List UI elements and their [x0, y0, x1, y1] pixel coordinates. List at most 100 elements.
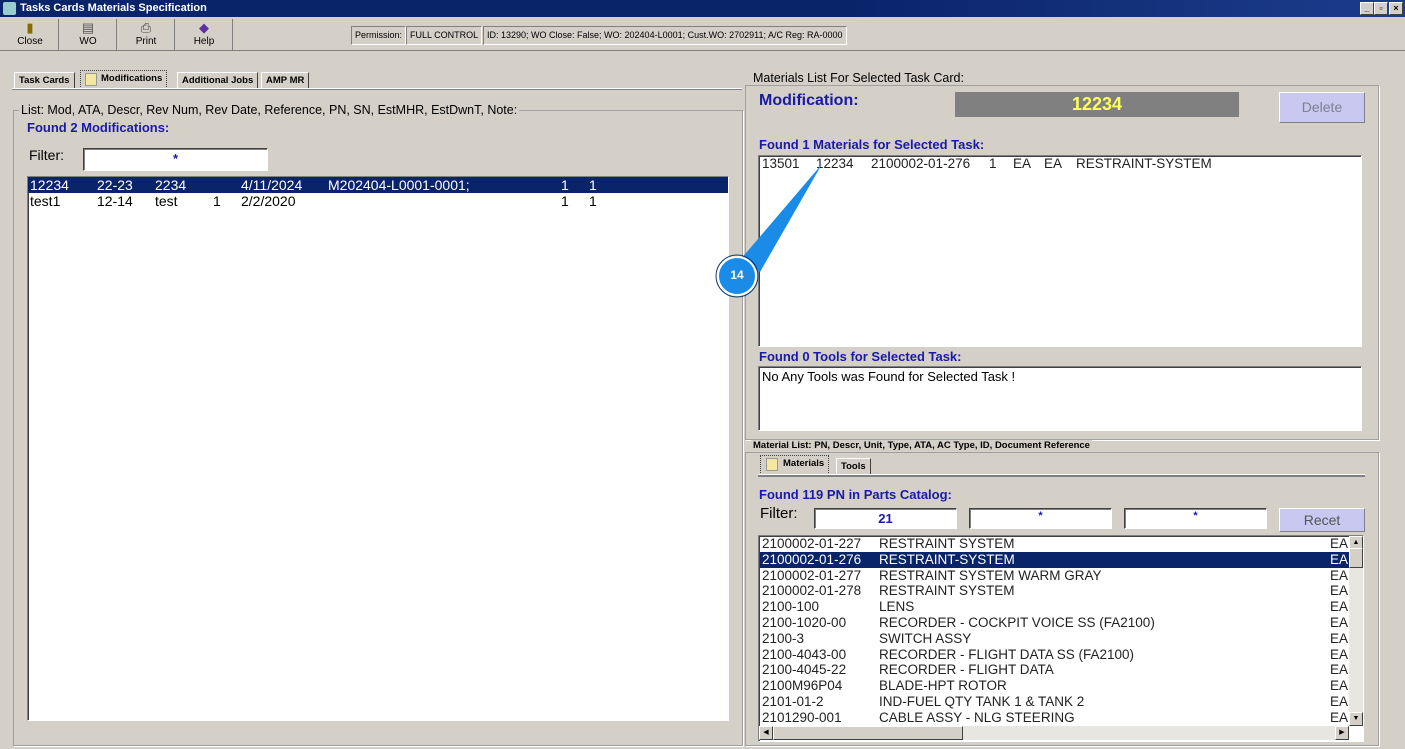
part-row[interactable]: 2101290-001 CABLE ASSY - NLG STEERING EA: [760, 710, 1350, 726]
wo-label: WO: [79, 36, 97, 47]
callout-pointer: [715, 164, 822, 298]
scroll-down-arrow[interactable]: ▼: [1349, 712, 1363, 726]
selected-materials-list[interactable]: 13501 12234 2100002-01-276 1 EA EA RESTR…: [758, 155, 1362, 347]
modification-filter-input[interactable]: *: [83, 148, 268, 171]
cell-mod: test1: [30, 192, 61, 209]
scroll-left-arrow[interactable]: ◀: [759, 726, 773, 740]
material-row[interactable]: 13501 12234 2100002-01-276 1 EA EA RESTR…: [759, 156, 1361, 172]
type-filter-input[interactable]: *: [1124, 508, 1267, 529]
notepad-icon: [766, 458, 778, 471]
part-row[interactable]: 2100002-01-276 RESTRAINT-SYSTEM EA: [760, 551, 1350, 568]
cell-pn: 2100002-01-277: [762, 567, 862, 583]
tab-materials[interactable]: Materials: [760, 455, 830, 475]
reset-button[interactable]: Recet: [1279, 508, 1365, 532]
close-window-button[interactable]: ×: [1389, 2, 1403, 15]
modification-row[interactable]: 12234 22-23 2234 4/11/2024 M202404-L0001-000…: [28, 177, 728, 193]
modifications-list[interactable]: 12234 22-23 2234 4/11/2024 M202404-L0001-000…: [27, 176, 729, 721]
tools-textbox[interactable]: No Any Tools was Found for Selected Task…: [758, 366, 1362, 431]
cell-pn: 2100M96P04: [762, 678, 843, 694]
cell-unit: EA: [1330, 662, 1349, 678]
vertical-scrollbar[interactable]: ▲ ▼: [1349, 536, 1363, 726]
part-row[interactable]: 2100-1020-00 RECORDER - COCKPIT VOICE SS …: [760, 615, 1350, 631]
cell-descr: BLADE-HPT ROTOR: [879, 678, 1007, 694]
scroll-right-arrow[interactable]: ▶: [1335, 726, 1349, 740]
found-tools: Found 0 Tools for Selected Task:: [759, 349, 962, 364]
title-bar: Tasks Cards Materials Specification: [0, 0, 1405, 17]
cell-pn: 2100-100: [762, 599, 820, 615]
pn-filter-input[interactable]: 21: [814, 508, 957, 529]
callout-number: 14: [730, 268, 744, 282]
modification-row[interactable]: test1 12-14 test 1 2/2/2020 1 1: [28, 193, 728, 209]
tab-modifications[interactable]: Modifications: [80, 70, 168, 89]
material-pn: 2100002-01-276: [871, 156, 971, 171]
cell-descr: CABLE ASSY - NLG STEERING: [879, 709, 1075, 725]
cell-ref: M202404-L0001-0001;: [328, 177, 470, 193]
callout-tail: [740, 164, 822, 272]
tab-label: Modifications: [101, 73, 163, 84]
part-row[interactable]: 2100-3 SWITCH ASSY EA: [760, 631, 1350, 647]
cell-descr: LENS: [879, 599, 915, 615]
help-button[interactable]: ◆ Help: [176, 19, 233, 50]
cell-descr: RESTRAINT SYSTEM: [879, 583, 1015, 599]
cell-mod: 12234: [30, 177, 69, 193]
cell-unit: EA: [1330, 551, 1349, 567]
cell-dwn: 1: [589, 192, 597, 209]
descr-filter-input[interactable]: *: [969, 508, 1112, 529]
cell-descr: RESTRAINT-SYSTEM: [879, 551, 1015, 567]
cell-mhr: 1: [561, 192, 569, 209]
part-row[interactable]: 2100002-01-277 RESTRAINT SYSTEM WARM GRAY…: [760, 568, 1350, 584]
horizontal-scroll-thumb[interactable]: [773, 726, 963, 740]
cell-unit: EA: [1330, 567, 1349, 583]
found-parts: Found 119 PN in Parts Catalog:: [759, 487, 952, 502]
horizontal-scrollbar[interactable]: ◀ ▶: [759, 726, 1349, 740]
cell-ata: 12-14: [97, 192, 133, 209]
found-modifications: Found 2 Modifications:: [27, 120, 170, 135]
cell-descr: IND-FUEL QTY TANK 1 & TANK 2: [879, 693, 1085, 709]
part-row[interactable]: 2100-4043-00 RECORDER - FLIGHT DATA SS (F…: [760, 647, 1350, 663]
part-row[interactable]: 2100-100 LENS EA: [760, 599, 1350, 615]
parts-catalog-list[interactable]: 2100002-01-227 RESTRAINT SYSTEM EA 2100002-…: [758, 535, 1364, 742]
cell-mhr: 1: [561, 177, 569, 193]
part-row[interactable]: 2100-4045-22 RECORDER - FLIGHT DATA EA: [760, 662, 1350, 678]
delete-button[interactable]: Delete: [1279, 92, 1365, 123]
cell-pn: 2100002-01-278: [762, 583, 862, 599]
part-row[interactable]: 2101-01-2 IND-FUEL QTY TANK 1 & TANK 2 EA: [760, 694, 1350, 710]
close-button[interactable]: ▮ Close: [2, 19, 59, 50]
filter-label: Filter:: [29, 147, 64, 163]
part-row[interactable]: 2100002-01-278 RESTRAINT SYSTEM EA: [760, 583, 1350, 599]
cell-unit: EA: [1330, 630, 1349, 646]
cell-unit: EA: [1330, 709, 1349, 725]
tab-additional-jobs[interactable]: Additional Jobs: [177, 72, 259, 89]
printer-icon: ⎙: [140, 20, 152, 35]
vertical-scroll-thumb[interactable]: [1349, 548, 1363, 568]
print-button[interactable]: ⎙ Print: [118, 19, 175, 50]
cell-dwn: 1: [589, 177, 597, 193]
catalog-group-label: Material List: PN, Descr, Unit, Type, AT…: [751, 440, 1092, 451]
cell-unit: EA: [1330, 693, 1349, 709]
cell-pn: 2100-4043-00: [762, 646, 847, 662]
wo-button[interactable]: ▤ WO: [60, 19, 117, 50]
cell-pn: 2100-3: [762, 630, 805, 646]
tab-amp-mr[interactable]: AMP MR: [261, 72, 310, 89]
minimize-button[interactable]: _: [1360, 2, 1374, 15]
help-book-icon: ◆: [199, 20, 209, 35]
maximize-button[interactable]: ▫: [1374, 2, 1388, 15]
tab-task-cards[interactable]: Task Cards: [14, 72, 75, 89]
catalog-filter-label: Filter:: [760, 505, 798, 522]
tab-tools[interactable]: Tools: [836, 458, 871, 475]
work-order-info: ID: 13290; WO Close: False; WO: 202404-L…: [483, 26, 847, 45]
permission-value: FULL CONTROL: [406, 26, 483, 45]
material-unit: EA: [1013, 156, 1032, 171]
door-exit-icon: ▮: [26, 20, 34, 35]
part-row[interactable]: 2100002-01-227 RESTRAINT SYSTEM EA: [760, 536, 1350, 552]
cell-unit: EA: [1330, 646, 1349, 662]
cell-descr: RECORDER - FLIGHT DATA SS (FA2100): [879, 646, 1135, 662]
cell-date: 2/2/2020: [241, 192, 296, 209]
cell-descr: RECORDER - COCKPIT VOICE SS (FA2100): [879, 614, 1155, 630]
material-type: EA: [1044, 156, 1063, 171]
notepad-icon: [85, 73, 97, 86]
part-row[interactable]: 2100M96P04 BLADE-HPT ROTOR EA: [760, 678, 1350, 694]
cell-descr: RECORDER - FLIGHT DATA: [879, 662, 1054, 678]
cell-descr: SWITCH ASSY: [879, 630, 972, 646]
cell-pn: 2101-01-2: [762, 693, 824, 709]
